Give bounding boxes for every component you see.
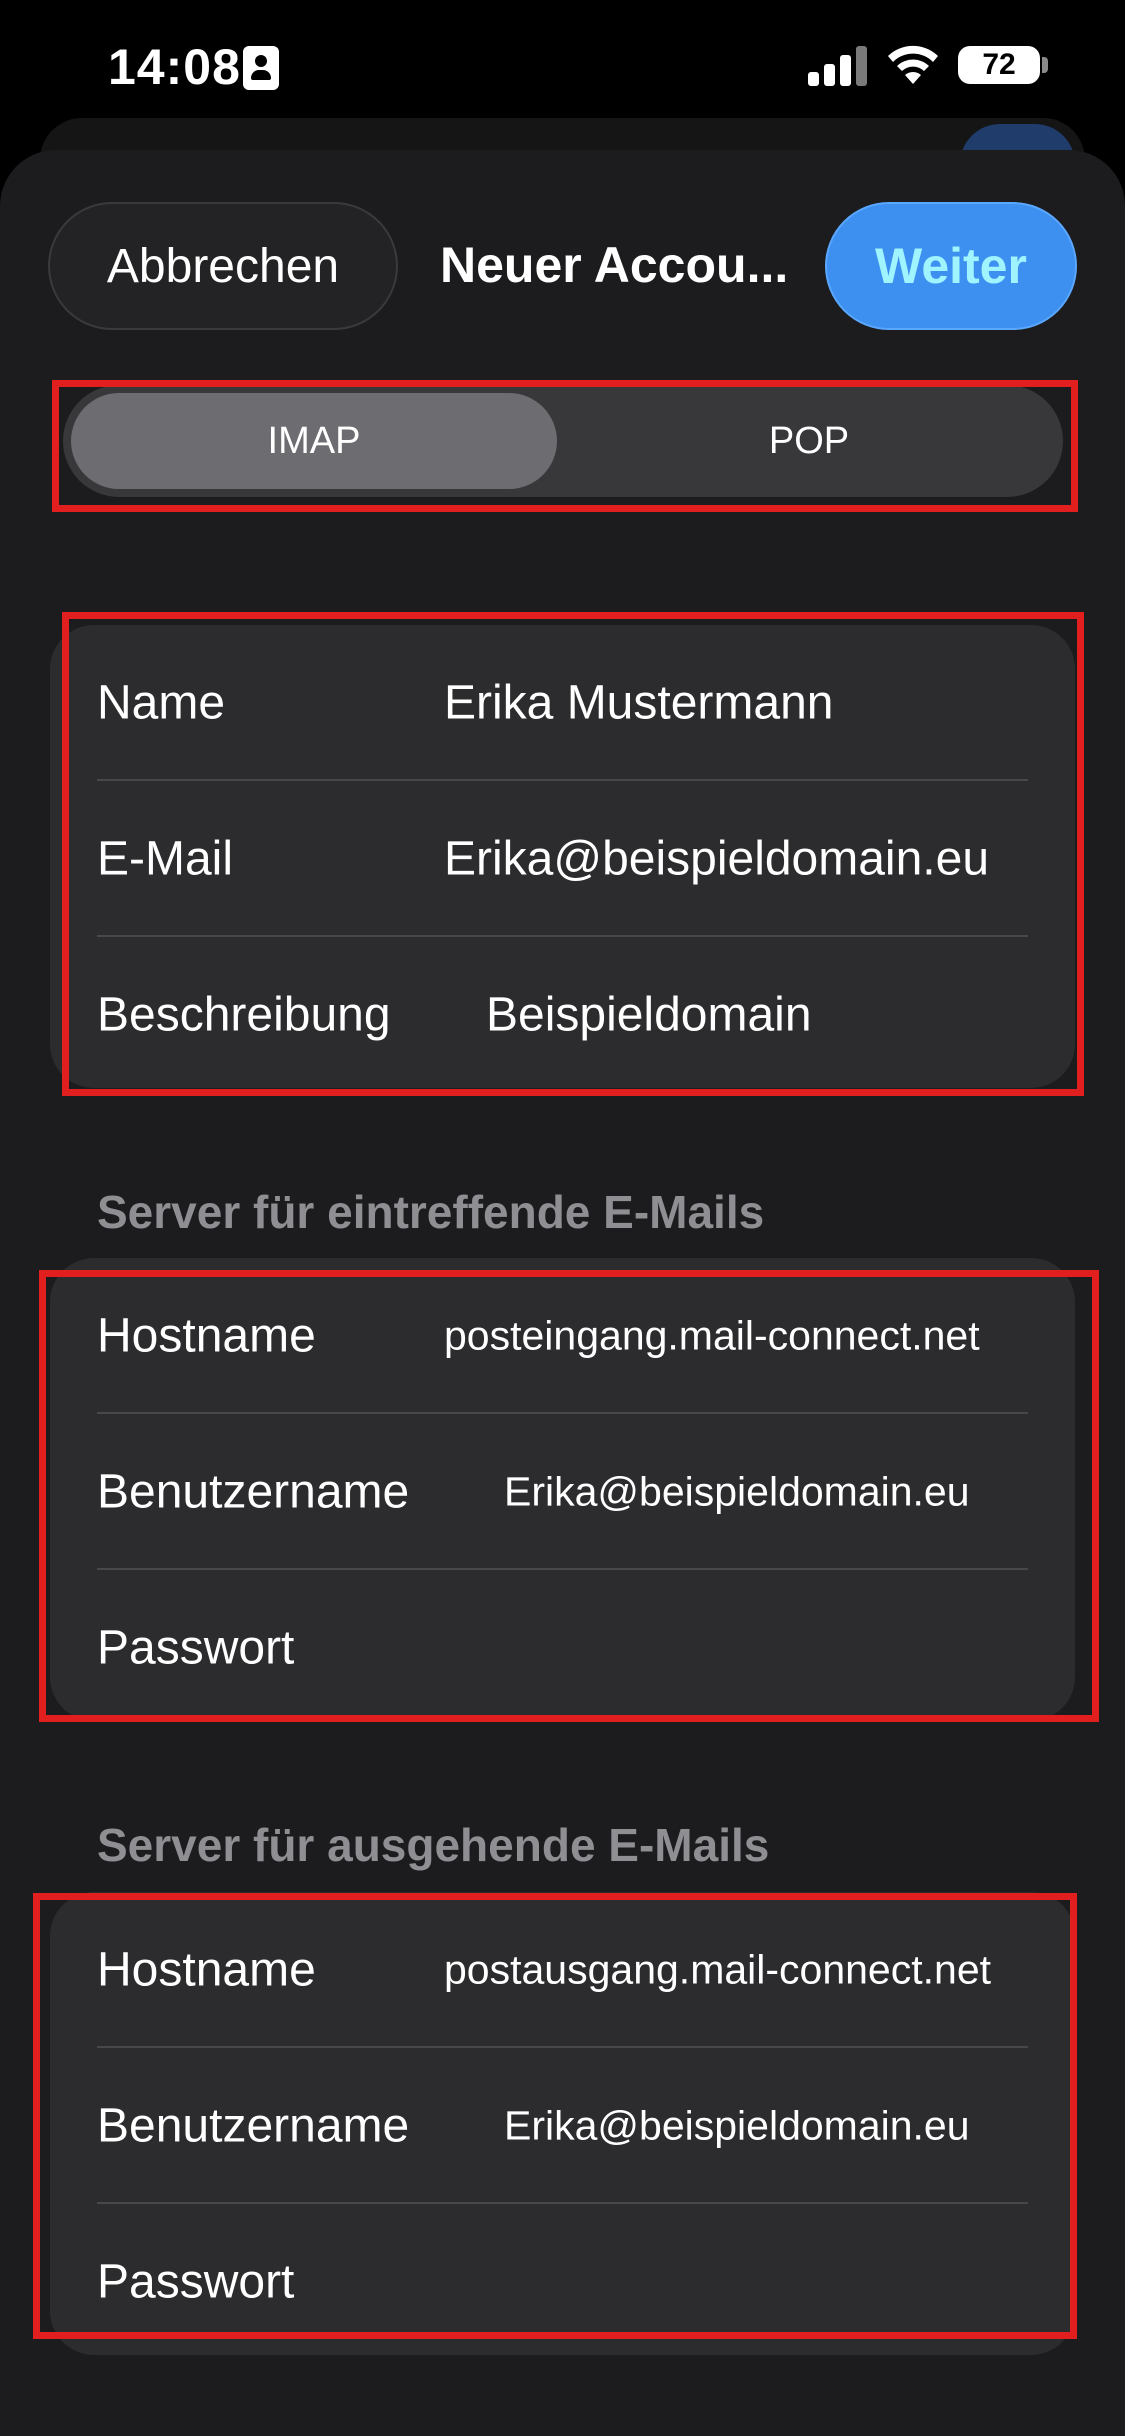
outgoing-username-label: Benutzername [97,2099,410,2153]
incoming-hostname-row[interactable]: Hostname posteingang.mail-connect.net [97,1258,1028,1414]
battery-tip [1042,57,1048,73]
incoming-username-label: Benutzername [97,1465,410,1519]
cancel-button[interactable]: Abbrechen [48,202,398,330]
incoming-username-row[interactable]: Benutzername Erika@beispieldomain.eu [97,1414,1028,1570]
sheet-title: Neuer Accou... [440,237,789,293]
incoming-hostname-field[interactable]: posteingang.mail-connect.net [444,1313,980,1360]
email-field[interactable]: Erika@beispieldomain.eu [444,832,989,887]
incoming-username-field[interactable]: Erika@beispieldomain.eu [504,1469,970,1516]
battery-icon: 72 [958,46,1040,84]
name-field[interactable]: Erika Mustermann [444,676,833,731]
outgoing-server-header: Server für ausgehende E-Mails [97,1819,770,1871]
outgoing-hostname-field[interactable]: postausgang.mail-connect.net [444,1947,991,1994]
contact-card-icon [243,46,279,90]
outgoing-password-label: Passwort [97,2255,295,2309]
cellular-signal-icon [808,44,870,86]
segment-imap[interactable]: IMAP [71,393,557,489]
incoming-password-row[interactable]: Passwort [97,1570,1028,1726]
description-field[interactable]: Beispieldomain [486,988,812,1043]
name-label: Name [97,676,226,730]
incoming-server-group: Hostname posteingang.mail-connect.net Be… [50,1258,1075,1721]
name-row[interactable]: Name Erika Mustermann [97,625,1028,781]
outgoing-username-row[interactable]: Benutzername Erika@beispieldomain.eu [97,2048,1028,2204]
status-bar: 14:08 72 [0,0,1125,130]
incoming-hostname-label: Hostname [97,1309,316,1363]
outgoing-server-group: Hostname postausgang.mail-connect.net Be… [50,1892,1075,2355]
outgoing-hostname-label: Hostname [97,1943,316,1997]
next-button[interactable]: Weiter [825,202,1077,330]
email-row[interactable]: E-Mail Erika@beispieldomain.eu [97,781,1028,937]
outgoing-hostname-row[interactable]: Hostname postausgang.mail-connect.net [97,1892,1028,2048]
outgoing-username-field[interactable]: Erika@beispieldomain.eu [504,2103,970,2150]
account-info-group: Name Erika Mustermann E-Mail Erika@beisp… [50,625,1075,1088]
description-label: Beschreibung [97,988,391,1042]
segment-pop[interactable]: POP [563,393,1055,489]
email-label: E-Mail [97,832,234,886]
incoming-server-header: Server für eintreffende E-Mails [97,1186,765,1238]
protocol-segmented-control: IMAP POP [63,385,1063,497]
incoming-password-label: Passwort [97,1621,295,1675]
status-time: 14:08 [108,39,241,95]
outgoing-password-row[interactable]: Passwort [97,2204,1028,2360]
wifi-icon [888,45,938,84]
description-row[interactable]: Beschreibung Beispieldomain [97,937,1028,1093]
